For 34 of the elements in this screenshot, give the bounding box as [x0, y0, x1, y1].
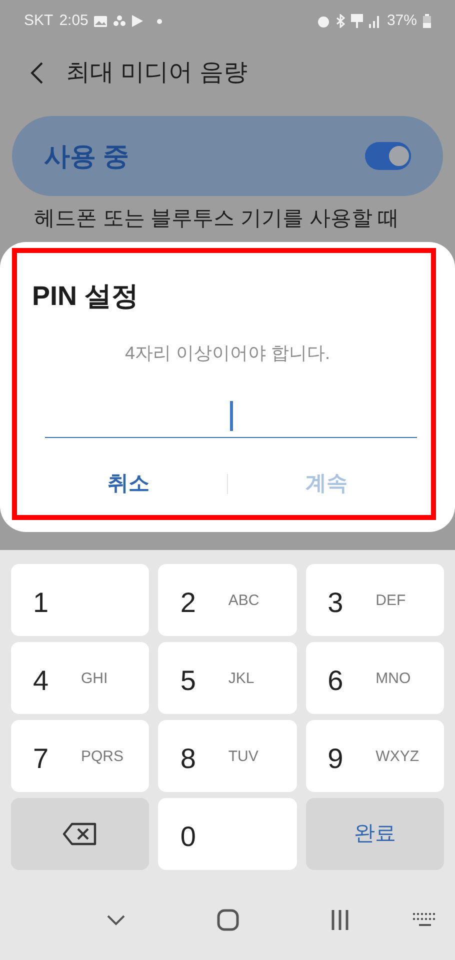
- play-icon: [132, 15, 144, 27]
- recent-apps-icon[interactable]: [330, 910, 350, 930]
- keypad-key[interactable]: 1: [11, 564, 150, 636]
- image-icon: [94, 16, 108, 26]
- keyboard-icon[interactable]: [413, 913, 437, 927]
- back-icon[interactable]: [30, 61, 44, 85]
- dot-icon: [157, 18, 162, 24]
- keypad-key[interactable]: 7 PQRS: [11, 720, 150, 792]
- description-text: 헤드폰 또는 블루투스 기기를 사용할 때: [33, 206, 400, 232]
- keypad-key[interactable]: 8 TUV: [158, 720, 297, 792]
- keypad-key[interactable]: 4 GHI: [11, 642, 150, 714]
- keypad-key[interactable]: 0: [158, 798, 297, 870]
- signal-icon: [368, 14, 381, 28]
- battery-percent: 37%: [386, 10, 417, 31]
- dialog-title: PIN 설정: [32, 280, 139, 313]
- bluetooth-icon: [336, 14, 345, 28]
- clock-time: 2:05: [59, 10, 88, 31]
- backspace-icon: [62, 822, 98, 846]
- dialog-message: 4자리 이상이어야 합니다.: [124, 342, 331, 365]
- page-title: 최대 미디어 음량: [66, 58, 248, 88]
- dialog-button[interactable]: 취소: [30, 464, 227, 504]
- keypad-key[interactable]: 6 MNO: [306, 642, 444, 714]
- switch-label: 사용 중: [44, 140, 130, 172]
- carrier-label: SKT: [24, 10, 54, 31]
- keypad-key[interactable]: 9 WXYZ: [306, 720, 444, 792]
- keypad-key[interactable]: 2 ABC: [158, 564, 297, 636]
- toggle-switch[interactable]: [365, 142, 411, 170]
- backspace-key[interactable]: [11, 798, 150, 870]
- keypad-key[interactable]: 5 JKL: [158, 642, 297, 714]
- chevron-down-icon[interactable]: [106, 914, 126, 926]
- home-icon[interactable]: [216, 909, 238, 931]
- keypad-key[interactable]: 3 DEF: [306, 564, 444, 636]
- battery-icon: [423, 14, 431, 28]
- done-key[interactable]: 완료: [306, 798, 444, 870]
